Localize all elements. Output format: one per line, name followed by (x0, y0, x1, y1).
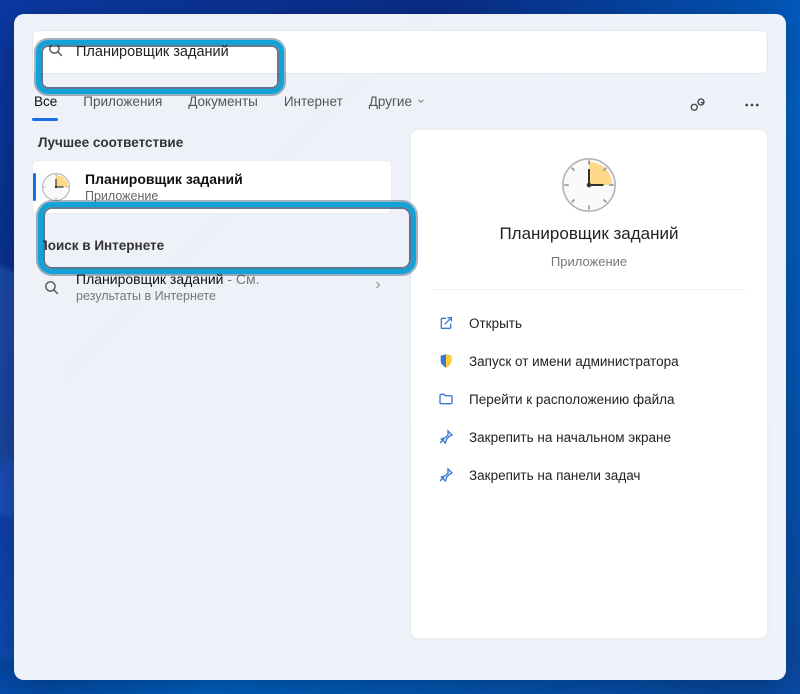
search-window: Все Приложения Документы Интернет Другие… (14, 14, 786, 680)
tab-label: Документы (188, 94, 258, 109)
task-scheduler-icon (560, 156, 618, 214)
chevron-down-icon (416, 94, 426, 109)
section-web-search: Поиск в Интернете (32, 228, 392, 263)
tab-all[interactable]: Все (32, 88, 59, 121)
task-scheduler-icon (41, 172, 71, 202)
result-subtitle: Приложение (85, 189, 243, 203)
tab-internet[interactable]: Интернет (282, 88, 345, 121)
result-text: Планировщик заданий - См. результаты в И… (76, 271, 260, 303)
searchbar[interactable] (32, 30, 768, 74)
tab-apps[interactable]: Приложения (81, 88, 164, 121)
result-title-main: Планировщик заданий (76, 271, 223, 287)
result-best-match[interactable]: Планировщик заданий Приложение (32, 160, 392, 214)
pin-icon (437, 428, 455, 446)
result-title: Планировщик заданий - См. (76, 271, 260, 287)
action-label: Запуск от имени администратора (469, 354, 679, 369)
preview-panel: Планировщик заданий Приложение Открыть З… (410, 129, 768, 639)
results-column: Лучшее соответствие (32, 129, 392, 639)
tabs-row: Все Приложения Документы Интернет Другие (14, 74, 786, 121)
action-label: Перейти к расположению файла (469, 392, 675, 407)
preview-subtitle: Приложение (551, 254, 627, 269)
tab-label: Все (34, 94, 57, 109)
tab-label: Приложения (83, 94, 162, 109)
result-title-suffix: - См. (223, 271, 259, 287)
action-open-file-location[interactable]: Перейти к расположению файла (433, 382, 745, 416)
folder-icon (437, 390, 455, 408)
tab-label: Другие (369, 94, 412, 109)
preview-header: Планировщик заданий Приложение (433, 156, 745, 290)
result-text: Планировщик заданий Приложение (85, 171, 243, 203)
tab-more[interactable]: Другие (367, 88, 428, 121)
search-options-icon[interactable] (682, 89, 714, 121)
result-web-search[interactable]: Планировщик заданий - См. результаты в И… (32, 263, 392, 311)
search-input[interactable] (76, 44, 753, 60)
action-run-as-admin[interactable]: Запуск от имени администратора (433, 344, 745, 378)
more-icon[interactable] (736, 89, 768, 121)
section-best-match: Лучшее соответствие (32, 129, 392, 160)
action-label: Открыть (469, 316, 522, 331)
result-subtitle: результаты в Интернете (76, 289, 260, 303)
pin-icon (437, 466, 455, 484)
actions-list: Открыть Запуск от имени администратора П… (433, 290, 745, 492)
search-icon (40, 276, 62, 298)
content-area: Лучшее соответствие (14, 121, 786, 657)
open-icon (437, 314, 455, 332)
action-pin-taskbar[interactable]: Закрепить на панели задач (433, 458, 745, 492)
action-label: Закрепить на начальном экране (469, 430, 671, 445)
action-open[interactable]: Открыть (433, 306, 745, 340)
shield-icon (437, 352, 455, 370)
tab-documents[interactable]: Документы (186, 88, 260, 121)
preview-title: Планировщик заданий (499, 224, 678, 244)
action-pin-start[interactable]: Закрепить на начальном экране (433, 420, 745, 454)
chevron-right-icon (372, 278, 384, 296)
searchbar-row (14, 14, 786, 74)
result-title: Планировщик заданий (85, 171, 243, 187)
tab-label: Интернет (284, 94, 343, 109)
search-icon (47, 41, 64, 63)
action-label: Закрепить на панели задач (469, 468, 640, 483)
